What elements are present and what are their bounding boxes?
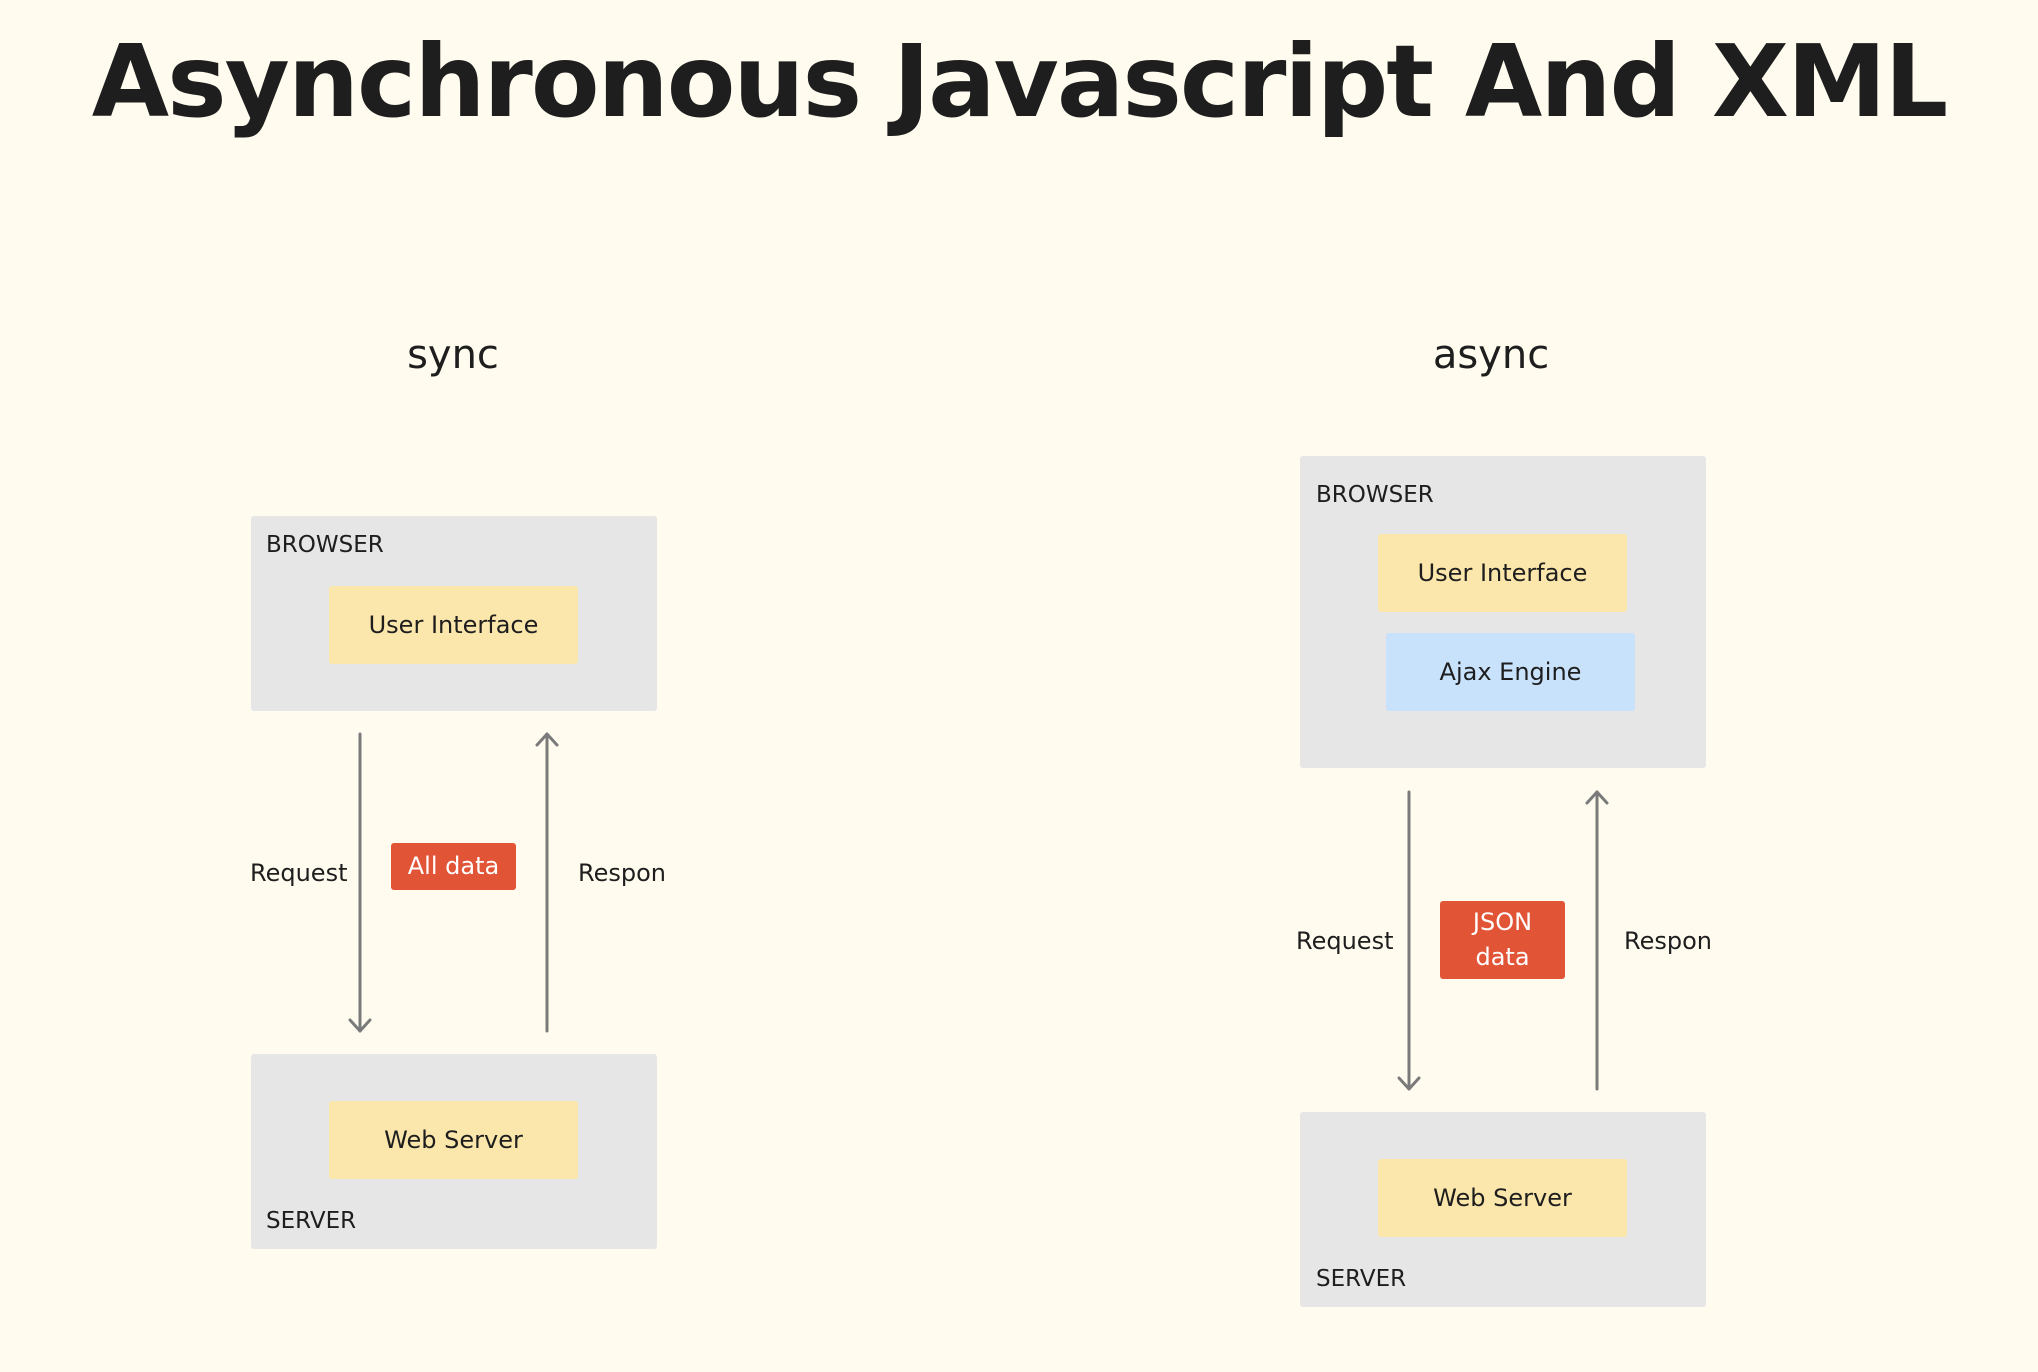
sync-request-arrow [348,732,372,1033]
sync-response-arrow [535,732,559,1033]
async-response-arrow [1585,790,1609,1091]
async-request-arrow [1397,790,1421,1091]
flow-arrows [348,732,1609,1091]
